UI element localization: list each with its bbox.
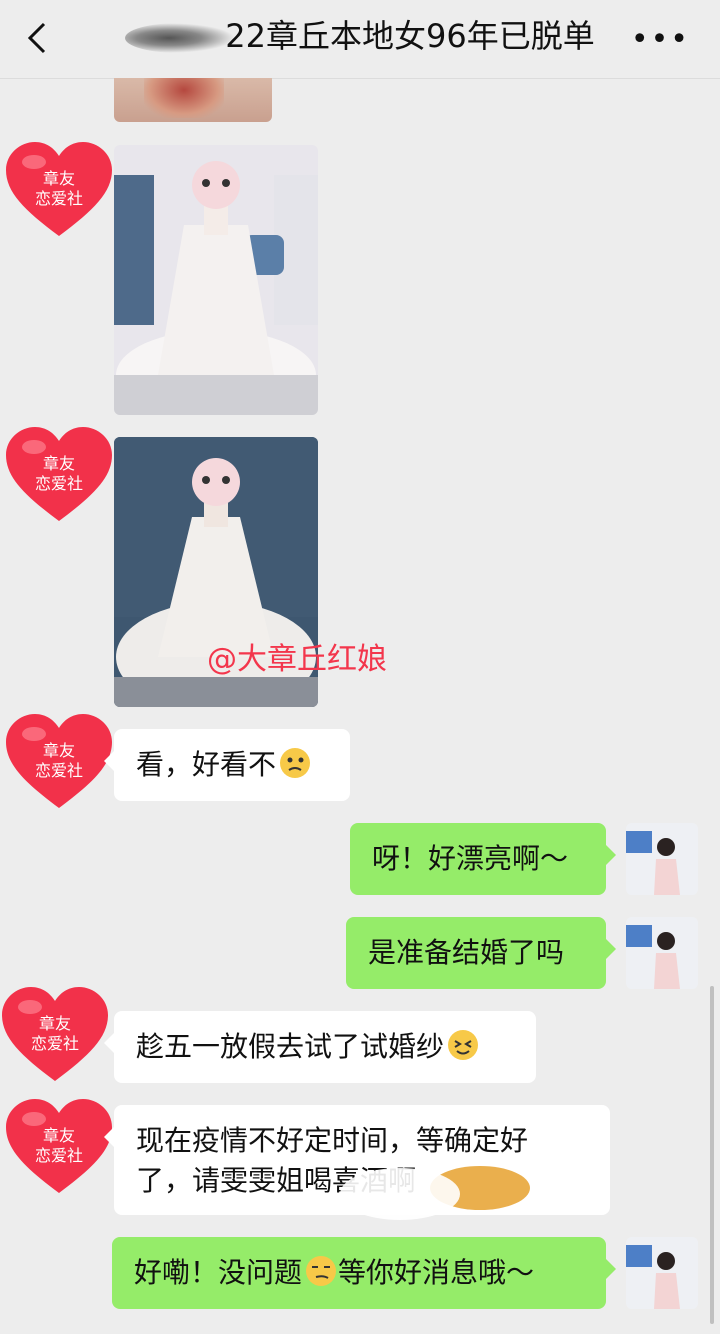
svg-text:章友: 章友: [39, 1014, 71, 1033]
sender-avatar[interactable]: 章友 恋爱社: [4, 140, 114, 240]
svg-text:恋爱社: 恋爱社: [35, 474, 83, 493]
message-text: 是准备结婚了吗: [368, 936, 565, 969]
sender-avatar[interactable]: 章友 恋爱社: [4, 425, 114, 525]
my-avatar[interactable]: [626, 917, 698, 989]
smirking-face-icon: [306, 1256, 337, 1286]
svg-text:章友: 章友: [43, 169, 75, 188]
watermark-text: @大章丘红娘: [207, 642, 387, 677]
grinning-squint-face-icon: [448, 1030, 479, 1060]
title-redaction: [125, 23, 236, 53]
sender-avatar[interactable]: 章友 恋爱社: [4, 1097, 114, 1197]
svg-text:章友: 章友: [43, 454, 75, 473]
message-text: 呀！好漂亮啊～: [372, 842, 569, 875]
chevron-left-icon: [27, 22, 46, 54]
chat-header: 22章丘本地女96年已脱单 •••: [0, 0, 720, 79]
message-text: 等你好消息哦～: [338, 1256, 535, 1289]
thinking-face-icon: [280, 748, 311, 778]
message-bubble-right[interactable]: 好嘞！没问题 等你好消息哦～: [112, 1237, 616, 1309]
my-avatar[interactable]: [626, 1237, 698, 1309]
svg-text:恋爱社: 恋爱社: [35, 189, 83, 208]
message-text-line: 现在疫情不好定时间，等确定好: [136, 1124, 529, 1157]
more-options-button[interactable]: •••: [631, 22, 690, 57]
message-text: 看，好看不: [136, 748, 277, 781]
chat-title-text: 22章丘本地女96年已脱单: [225, 17, 595, 55]
message-text: 好嘞！没问题: [134, 1256, 303, 1289]
redaction-scribble: [340, 1166, 530, 1220]
back-button[interactable]: [20, 18, 60, 58]
svg-text:恋爱社: 恋爱社: [35, 1146, 83, 1165]
sender-avatar[interactable]: 章友 恋爱社: [0, 985, 110, 1085]
svg-text:章友: 章友: [43, 741, 75, 760]
wedding-dress-photo-1[interactable]: [114, 145, 318, 415]
message-text: 趁五一放假去试了试婚纱: [136, 1030, 445, 1063]
my-avatar[interactable]: [626, 823, 698, 895]
chat-title: 22章丘本地女96年已脱单: [120, 14, 600, 58]
sender-avatar[interactable]: 章友 恋爱社: [4, 712, 114, 812]
message-bubble-right[interactable]: 呀！好漂亮啊～: [350, 823, 616, 895]
scrollbar[interactable]: [710, 986, 714, 1324]
svg-text:章友: 章友: [43, 1126, 75, 1145]
message-bubble-left[interactable]: 看，好看不: [104, 729, 350, 801]
previous-image-message[interactable]: [114, 78, 272, 122]
svg-text:恋爱社: 恋爱社: [31, 1034, 79, 1053]
message-bubble-right[interactable]: 是准备结婚了吗: [346, 917, 616, 989]
svg-text:恋爱社: 恋爱社: [35, 761, 83, 780]
message-bubble-left[interactable]: 趁五一放假去试了试婚纱: [104, 1011, 536, 1083]
